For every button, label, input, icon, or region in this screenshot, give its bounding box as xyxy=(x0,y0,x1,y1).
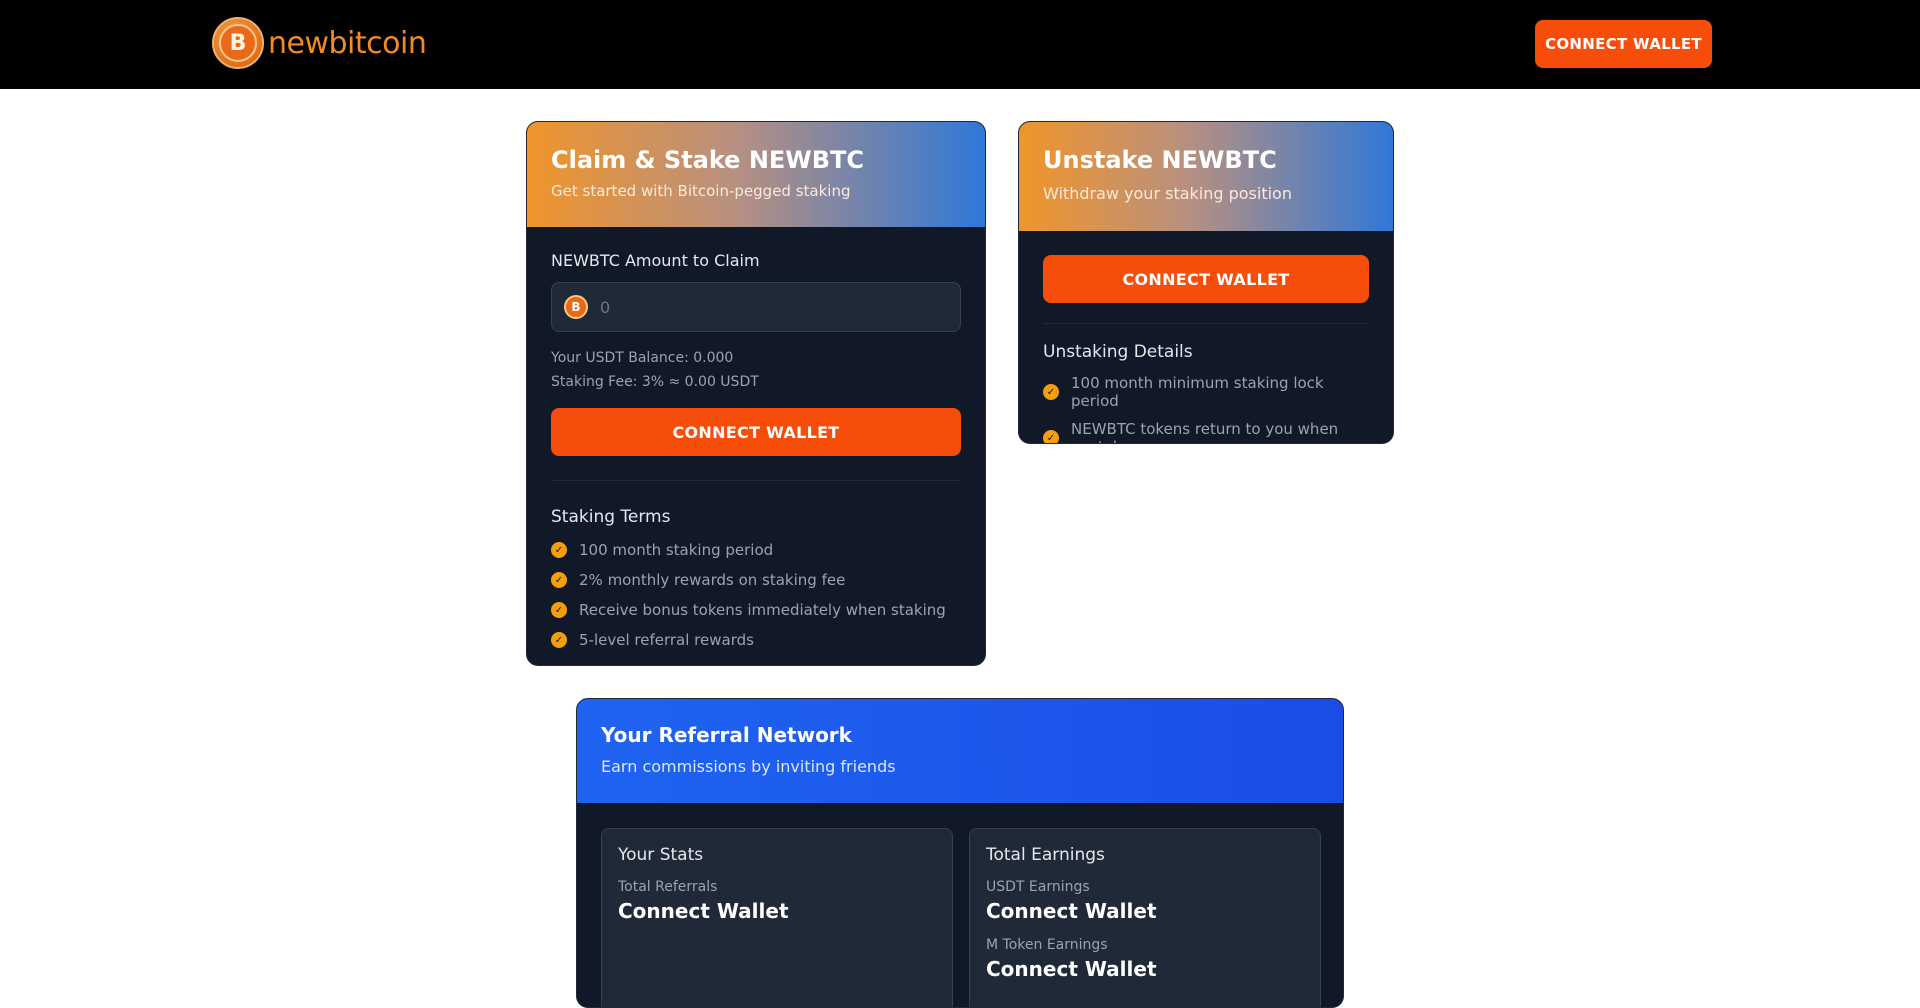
unstake-card: Unstake NEWBTC Withdraw your staking pos… xyxy=(1018,121,1394,444)
amount-input[interactable] xyxy=(600,297,900,317)
bitcoin-coin-icon: B xyxy=(212,17,264,69)
amount-input-wrapper[interactable]: B xyxy=(551,282,961,332)
unstake-card-title: Unstake NEWBTC xyxy=(1043,146,1277,174)
amount-label: NEWBTC Amount to Claim xyxy=(551,251,760,270)
detail-item: ✓ NEWBTC tokens return to you when unstak… xyxy=(1043,420,1369,443)
claim-card-header: Claim & Stake NEWBTC Get started with Bi… xyxy=(527,122,985,227)
referral-card: Your Referral Network Earn commissions b… xyxy=(576,698,1344,1008)
coin-letter: B xyxy=(219,24,257,62)
claim-card-title: Claim & Stake NEWBTC xyxy=(551,146,865,174)
detail-item: ✓ 100 month minimum staking lock period xyxy=(1043,374,1369,410)
top-header: B newbitcoin CONNECT WALLET xyxy=(0,0,1920,89)
usdt-balance: Your USDT Balance: 0.000 xyxy=(551,350,734,366)
referral-card-title: Your Referral Network xyxy=(601,723,852,747)
term-item: ✓ 5-level referral rewards xyxy=(551,631,961,649)
check-icon: ✓ xyxy=(551,542,567,558)
term-item: ✓ 2% monthly rewards on staking fee xyxy=(551,571,961,589)
header-connect-wallet-button[interactable]: CONNECT WALLET xyxy=(1535,20,1712,68)
staking-terms-title: Staking Terms xyxy=(551,507,671,527)
mtoken-earnings-value: Connect Wallet xyxy=(986,957,1157,981)
check-icon: ✓ xyxy=(551,572,567,588)
claim-card-subtitle: Get started with Bitcoin-pegged staking xyxy=(551,182,851,200)
term-text: 5-level referral rewards xyxy=(579,631,754,649)
detail-text: 100 month minimum staking lock period xyxy=(1071,374,1324,410)
check-icon: ✓ xyxy=(551,602,567,618)
claim-divider xyxy=(551,480,961,481)
detail-text: NEWBTC tokens return to you when unstake xyxy=(1071,420,1339,443)
unstake-divider xyxy=(1043,323,1369,324)
logo-text: newbitcoin xyxy=(268,25,427,61)
unstake-card-body: CONNECT WALLET Unstaking Details ✓ 100 mo… xyxy=(1019,231,1393,443)
term-item: ✓ Receive bonus tokens immediately when s… xyxy=(551,601,961,619)
logo[interactable]: B newbitcoin xyxy=(212,17,427,69)
total-earnings-title: Total Earnings xyxy=(986,845,1105,865)
staking-fee: Staking Fee: 3% ≈ 0.00 USDT xyxy=(551,374,759,390)
usdt-earnings-value: Connect Wallet xyxy=(986,899,1157,923)
unstake-card-subtitle: Withdraw your staking position xyxy=(1043,184,1292,203)
term-text: 2% monthly rewards on staking fee xyxy=(579,571,846,589)
total-referrals-value: Connect Wallet xyxy=(618,899,789,923)
claim-stake-card: Claim & Stake NEWBTC Get started with Bi… xyxy=(526,121,986,666)
total-referrals-label: Total Referrals xyxy=(618,879,718,895)
term-item: ✓ 100 month staking period xyxy=(551,541,961,559)
unstake-card-header: Unstake NEWBTC Withdraw your staking pos… xyxy=(1019,122,1393,231)
term-text: Receive bonus tokens immediately when st… xyxy=(579,601,946,619)
mtoken-earnings-label: M Token Earnings xyxy=(986,937,1108,953)
check-icon: ✓ xyxy=(1043,384,1059,400)
your-stats-box: Your Stats Total Referrals Connect Walle… xyxy=(601,828,953,1007)
unstaking-details-title: Unstaking Details xyxy=(1043,342,1193,362)
your-stats-title: Your Stats xyxy=(618,845,704,865)
term-text: 100 month staking period xyxy=(579,541,774,559)
claim-card-body: NEWBTC Amount to Claim B Your USDT Balan… xyxy=(527,227,985,665)
total-earnings-box: Total Earnings USDT Earnings Connect Wal… xyxy=(969,828,1321,1007)
referral-card-subtitle: Earn commissions by inviting friends xyxy=(601,757,896,776)
claim-connect-wallet-button[interactable]: CONNECT WALLET xyxy=(551,408,961,456)
usdt-earnings-label: USDT Earnings xyxy=(986,879,1090,895)
unstake-connect-wallet-button[interactable]: CONNECT WALLET xyxy=(1043,255,1369,303)
referral-card-header: Your Referral Network Earn commissions b… xyxy=(577,699,1343,803)
check-icon: ✓ xyxy=(551,632,567,648)
check-icon: ✓ xyxy=(1043,430,1059,443)
bitcoin-icon: B xyxy=(564,295,588,319)
